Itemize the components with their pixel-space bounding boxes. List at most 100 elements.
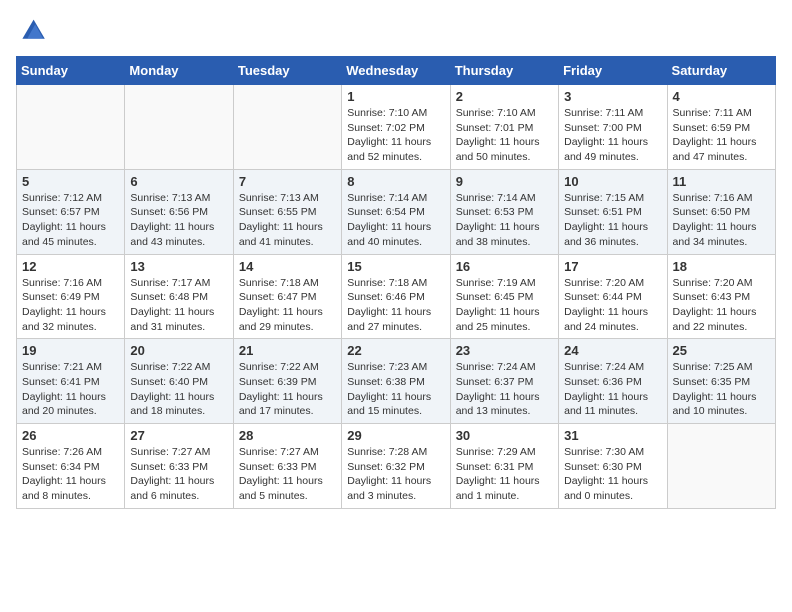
calendar-week-row: 26 Sunrise: 7:26 AM Sunset: 6:34 PM Dayli…: [17, 424, 776, 509]
calendar-cell: 20 Sunrise: 7:22 AM Sunset: 6:40 PM Dayli…: [125, 339, 233, 424]
cell-content: Sunrise: 7:22 AM Sunset: 6:39 PM Dayligh…: [239, 360, 336, 419]
day-number: 31: [564, 428, 661, 443]
calendar-cell: 1 Sunrise: 7:10 AM Sunset: 7:02 PM Daylig…: [342, 85, 450, 170]
day-number: 21: [239, 343, 336, 358]
day-header-friday: Friday: [559, 57, 667, 85]
calendar-week-row: 19Sunrise: 7:21 AM Sunset: 6:41 PM Dayli…: [17, 339, 776, 424]
calendar-cell: 23 Sunrise: 7:24 AM Sunset: 6:37 PM Dayli…: [450, 339, 558, 424]
calendar-cell: 13 Sunrise: 7:17 AM Sunset: 6:48 PM Dayli…: [125, 254, 233, 339]
calendar-cell: 21 Sunrise: 7:22 AM Sunset: 6:39 PM Dayli…: [233, 339, 341, 424]
day-header-wednesday: Wednesday: [342, 57, 450, 85]
cell-content: Sunrise: 7:11 AM Sunset: 7:00 PM Dayligh…: [564, 106, 661, 165]
day-number: 3: [564, 89, 661, 104]
cell-content: Sunrise: 7:12 AM Sunset: 6:57 PM Dayligh…: [22, 191, 119, 250]
calendar-table: SundayMondayTuesdayWednesdayThursdayFrid…: [16, 56, 776, 509]
day-number: 10: [564, 174, 661, 189]
calendar-cell: 24 Sunrise: 7:24 AM Sunset: 6:36 PM Dayli…: [559, 339, 667, 424]
calendar-cell: 29 Sunrise: 7:28 AM Sunset: 6:32 PM Dayli…: [342, 424, 450, 509]
calendar-cell: 11Sunrise: 7:16 AM Sunset: 6:50 PM Dayli…: [667, 169, 775, 254]
cell-content: Sunrise: 7:26 AM Sunset: 6:34 PM Dayligh…: [22, 445, 119, 504]
day-number: 30: [456, 428, 553, 443]
day-number: 7: [239, 174, 336, 189]
calendar-cell: 6Sunrise: 7:13 AM Sunset: 6:56 PM Daylig…: [125, 169, 233, 254]
calendar-cell: 10Sunrise: 7:15 AM Sunset: 6:51 PM Dayli…: [559, 169, 667, 254]
day-number: 4: [673, 89, 770, 104]
day-number: 18: [673, 259, 770, 274]
calendar-cell: 19Sunrise: 7:21 AM Sunset: 6:41 PM Dayli…: [17, 339, 125, 424]
calendar-header-row: SundayMondayTuesdayWednesdayThursdayFrid…: [17, 57, 776, 85]
cell-content: Sunrise: 7:13 AM Sunset: 6:55 PM Dayligh…: [239, 191, 336, 250]
cell-content: Sunrise: 7:22 AM Sunset: 6:40 PM Dayligh…: [130, 360, 227, 419]
day-number: 1: [347, 89, 444, 104]
cell-content: Sunrise: 7:28 AM Sunset: 6:32 PM Dayligh…: [347, 445, 444, 504]
day-number: 15: [347, 259, 444, 274]
logo-icon: [16, 16, 48, 44]
day-number: 9: [456, 174, 553, 189]
cell-content: Sunrise: 7:18 AM Sunset: 6:46 PM Dayligh…: [347, 276, 444, 335]
calendar-cell: 31 Sunrise: 7:30 AM Sunset: 6:30 PM Dayli…: [559, 424, 667, 509]
page-header: [16, 16, 776, 44]
day-header-monday: Monday: [125, 57, 233, 85]
calendar-cell: [17, 85, 125, 170]
calendar-cell: 15 Sunrise: 7:18 AM Sunset: 6:46 PM Dayli…: [342, 254, 450, 339]
calendar-cell: 14 Sunrise: 7:18 AM Sunset: 6:47 PM Dayli…: [233, 254, 341, 339]
calendar-cell: 9 Sunrise: 7:14 AM Sunset: 6:53 PM Daylig…: [450, 169, 558, 254]
cell-content: Sunrise: 7:18 AM Sunset: 6:47 PM Dayligh…: [239, 276, 336, 335]
calendar-week-row: 5Sunrise: 7:12 AM Sunset: 6:57 PM Daylig…: [17, 169, 776, 254]
calendar-cell: 17Sunrise: 7:20 AM Sunset: 6:44 PM Dayli…: [559, 254, 667, 339]
cell-content: Sunrise: 7:14 AM Sunset: 6:54 PM Dayligh…: [347, 191, 444, 250]
day-number: 24: [564, 343, 661, 358]
cell-content: Sunrise: 7:20 AM Sunset: 6:43 PM Dayligh…: [673, 276, 770, 335]
day-number: 29: [347, 428, 444, 443]
cell-content: Sunrise: 7:19 AM Sunset: 6:45 PM Dayligh…: [456, 276, 553, 335]
day-header-tuesday: Tuesday: [233, 57, 341, 85]
cell-content: Sunrise: 7:20 AM Sunset: 6:44 PM Dayligh…: [564, 276, 661, 335]
calendar-cell: 27Sunrise: 7:27 AM Sunset: 6:33 PM Dayli…: [125, 424, 233, 509]
day-number: 23: [456, 343, 553, 358]
day-number: 19: [22, 343, 119, 358]
calendar-week-row: 12 Sunrise: 7:16 AM Sunset: 6:49 PM Dayli…: [17, 254, 776, 339]
calendar-cell: 4 Sunrise: 7:11 AM Sunset: 6:59 PM Daylig…: [667, 85, 775, 170]
calendar-cell: 18 Sunrise: 7:20 AM Sunset: 6:43 PM Dayli…: [667, 254, 775, 339]
day-number: 11: [673, 174, 770, 189]
calendar-cell: [125, 85, 233, 170]
calendar-cell: 25Sunrise: 7:25 AM Sunset: 6:35 PM Dayli…: [667, 339, 775, 424]
calendar-cell: 28Sunrise: 7:27 AM Sunset: 6:33 PM Dayli…: [233, 424, 341, 509]
day-number: 6: [130, 174, 227, 189]
calendar-cell: 2 Sunrise: 7:10 AM Sunset: 7:01 PM Daylig…: [450, 85, 558, 170]
day-number: 25: [673, 343, 770, 358]
calendar-cell: 16 Sunrise: 7:19 AM Sunset: 6:45 PM Dayli…: [450, 254, 558, 339]
cell-content: Sunrise: 7:29 AM Sunset: 6:31 PM Dayligh…: [456, 445, 553, 504]
logo: [16, 16, 52, 44]
day-number: 8: [347, 174, 444, 189]
day-number: 13: [130, 259, 227, 274]
calendar-cell: 5Sunrise: 7:12 AM Sunset: 6:57 PM Daylig…: [17, 169, 125, 254]
day-number: 12: [22, 259, 119, 274]
cell-content: Sunrise: 7:17 AM Sunset: 6:48 PM Dayligh…: [130, 276, 227, 335]
day-number: 16: [456, 259, 553, 274]
day-header-saturday: Saturday: [667, 57, 775, 85]
calendar-cell: 12 Sunrise: 7:16 AM Sunset: 6:49 PM Dayli…: [17, 254, 125, 339]
cell-content: Sunrise: 7:10 AM Sunset: 7:01 PM Dayligh…: [456, 106, 553, 165]
calendar-cell: 30 Sunrise: 7:29 AM Sunset: 6:31 PM Dayli…: [450, 424, 558, 509]
day-header-thursday: Thursday: [450, 57, 558, 85]
cell-content: Sunrise: 7:24 AM Sunset: 6:36 PM Dayligh…: [564, 360, 661, 419]
day-number: 14: [239, 259, 336, 274]
day-header-sunday: Sunday: [17, 57, 125, 85]
day-number: 22: [347, 343, 444, 358]
cell-content: Sunrise: 7:14 AM Sunset: 6:53 PM Dayligh…: [456, 191, 553, 250]
day-number: 27: [130, 428, 227, 443]
cell-content: Sunrise: 7:23 AM Sunset: 6:38 PM Dayligh…: [347, 360, 444, 419]
calendar-cell: 3 Sunrise: 7:11 AM Sunset: 7:00 PM Daylig…: [559, 85, 667, 170]
cell-content: Sunrise: 7:30 AM Sunset: 6:30 PM Dayligh…: [564, 445, 661, 504]
cell-content: Sunrise: 7:11 AM Sunset: 6:59 PM Dayligh…: [673, 106, 770, 165]
cell-content: Sunrise: 7:16 AM Sunset: 6:49 PM Dayligh…: [22, 276, 119, 335]
day-number: 26: [22, 428, 119, 443]
calendar-cell: 22 Sunrise: 7:23 AM Sunset: 6:38 PM Dayli…: [342, 339, 450, 424]
day-number: 20: [130, 343, 227, 358]
day-number: 2: [456, 89, 553, 104]
calendar-cell: 8 Sunrise: 7:14 AM Sunset: 6:54 PM Daylig…: [342, 169, 450, 254]
cell-content: Sunrise: 7:10 AM Sunset: 7:02 PM Dayligh…: [347, 106, 444, 165]
calendar-cell: [233, 85, 341, 170]
cell-content: Sunrise: 7:24 AM Sunset: 6:37 PM Dayligh…: [456, 360, 553, 419]
